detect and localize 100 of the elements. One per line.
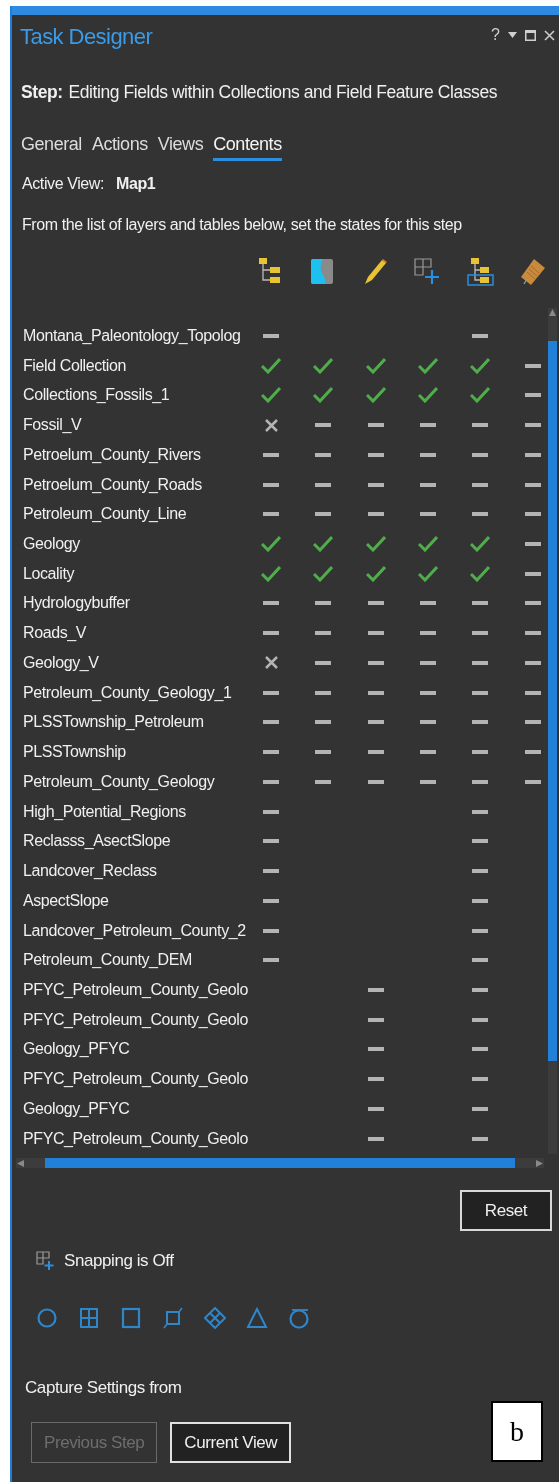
dash-icon[interactable] <box>263 809 280 814</box>
dash-icon[interactable] <box>263 779 280 784</box>
dash-icon[interactable] <box>472 423 489 428</box>
dash-icon[interactable] <box>367 512 384 517</box>
dash-icon[interactable] <box>315 601 332 606</box>
dash-icon[interactable] <box>472 988 489 992</box>
check-icon[interactable] <box>470 565 491 582</box>
square-icon[interactable] <box>120 1306 142 1329</box>
check-icon[interactable] <box>470 536 491 552</box>
cross-icon[interactable] <box>264 656 278 670</box>
dash-icon[interactable] <box>263 482 280 487</box>
check-icon[interactable] <box>418 387 439 404</box>
check-icon[interactable] <box>313 536 334 552</box>
tab[interactable]: Views <box>157 131 204 161</box>
dash-icon[interactable] <box>263 333 280 338</box>
dash-icon[interactable] <box>263 631 280 636</box>
dash-icon[interactable] <box>420 750 437 755</box>
dash-icon[interactable] <box>472 1017 489 1022</box>
dash-icon[interactable] <box>524 363 541 368</box>
dash-icon[interactable] <box>367 1077 384 1082</box>
dash-icon[interactable] <box>263 690 280 695</box>
dash-icon[interactable] <box>315 423 332 428</box>
dash-icon[interactable] <box>472 869 489 874</box>
dash-icon[interactable] <box>420 779 437 784</box>
dash-icon[interactable] <box>524 690 541 695</box>
dash-icon[interactable] <box>472 898 489 903</box>
scroll-left-icon[interactable] <box>16 1158 25 1168</box>
dash-icon[interactable] <box>367 452 384 457</box>
dash-icon[interactable] <box>263 601 280 606</box>
dash-icon[interactable] <box>367 482 384 487</box>
dash-icon[interactable] <box>367 779 384 784</box>
dash-icon[interactable] <box>524 601 541 606</box>
dash-icon[interactable] <box>263 750 280 755</box>
check-icon[interactable] <box>313 565 334 582</box>
grid-icon[interactable] <box>78 1306 100 1329</box>
dash-icon[interactable] <box>524 660 541 665</box>
dash-icon[interactable] <box>524 750 541 755</box>
check-icon[interactable] <box>418 536 439 552</box>
dash-icon[interactable] <box>524 542 541 546</box>
dash-icon[interactable] <box>420 720 437 725</box>
dash-icon[interactable] <box>367 988 384 992</box>
dash-icon[interactable] <box>420 482 437 487</box>
dash-icon[interactable] <box>472 809 489 814</box>
check-icon[interactable] <box>365 536 386 552</box>
snapping-icon[interactable] <box>36 1250 54 1271</box>
dash-icon[interactable] <box>472 958 489 963</box>
dash-icon[interactable] <box>367 660 384 665</box>
dash-icon[interactable] <box>524 482 541 487</box>
dash-icon[interactable] <box>315 779 332 784</box>
dash-icon[interactable] <box>315 660 332 665</box>
dash-icon[interactable] <box>472 1106 489 1111</box>
dash-icon[interactable] <box>524 452 541 457</box>
check-icon[interactable] <box>418 565 439 582</box>
capture-button[interactable]: Current View <box>170 1422 292 1463</box>
dash-icon[interactable] <box>472 839 489 844</box>
check-icon[interactable] <box>365 357 386 374</box>
check-icon[interactable] <box>261 536 282 552</box>
dash-icon[interactable] <box>472 750 489 755</box>
dash-icon[interactable] <box>367 1047 384 1052</box>
dash-icon[interactable] <box>420 423 437 428</box>
dash-icon[interactable] <box>315 690 332 695</box>
dash-icon[interactable] <box>315 631 332 636</box>
dash-icon[interactable] <box>472 1077 489 1082</box>
check-icon[interactable] <box>470 357 491 374</box>
tree-icon[interactable] <box>465 257 496 287</box>
dash-icon[interactable] <box>420 631 437 636</box>
dash-icon[interactable] <box>472 690 489 695</box>
dash-icon[interactable] <box>472 928 489 933</box>
close-icon[interactable] <box>544 29 555 41</box>
dash-icon[interactable] <box>263 928 280 933</box>
dash-icon[interactable] <box>472 779 489 784</box>
dash-icon[interactable] <box>472 631 489 636</box>
check-icon[interactable] <box>365 387 386 404</box>
scroll-right-icon[interactable] <box>535 1158 544 1168</box>
dash-icon[interactable] <box>420 512 437 517</box>
check-icon[interactable] <box>470 387 491 404</box>
scroll-up-icon[interactable] <box>548 308 557 317</box>
triangle-icon[interactable] <box>246 1306 268 1329</box>
dash-icon[interactable] <box>263 869 280 874</box>
check-icon[interactable] <box>261 565 282 582</box>
help-button[interactable]: ? <box>491 23 500 47</box>
diamond-icon[interactable] <box>204 1306 226 1329</box>
dash-icon[interactable] <box>472 1047 489 1052</box>
dash-icon[interactable] <box>367 1136 384 1141</box>
check-icon[interactable] <box>418 357 439 374</box>
check-icon[interactable] <box>313 387 334 404</box>
dropdown-icon[interactable] <box>508 32 517 38</box>
dash-icon[interactable] <box>524 779 541 784</box>
dash-icon[interactable] <box>420 601 437 606</box>
dash-icon[interactable] <box>367 631 384 636</box>
dash-icon[interactable] <box>367 1017 384 1022</box>
check-icon[interactable] <box>313 357 334 374</box>
dash-icon[interactable] <box>263 720 280 725</box>
dash-icon[interactable] <box>367 1106 384 1111</box>
dash-icon[interactable] <box>524 512 541 517</box>
tab[interactable]: Contents <box>213 131 282 161</box>
dash-icon[interactable] <box>263 839 280 844</box>
dash-icon[interactable] <box>315 750 332 755</box>
tab[interactable]: General <box>21 131 82 161</box>
dash-icon[interactable] <box>524 631 541 636</box>
